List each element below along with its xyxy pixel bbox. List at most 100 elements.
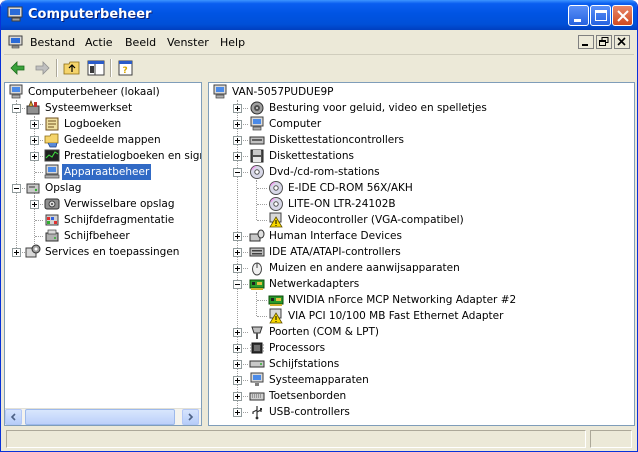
tree-node-label: NVIDIA nForce MCP Networking Adapter #2 <box>288 294 517 306</box>
device-category-14[interactable]: USB-controllers <box>209 404 634 420</box>
toolbar-separator <box>56 59 58 77</box>
device-category-1[interactable]: Computer <box>209 116 634 132</box>
menu-help[interactable]: Help <box>220 36 245 49</box>
expand-toggle-icon[interactable] <box>30 136 39 145</box>
scroll-right-button[interactable] <box>182 409 199 425</box>
device-category-8[interactable]: Netwerkadapters <box>209 276 634 292</box>
sound-icon <box>249 100 265 116</box>
expand-toggle-icon[interactable] <box>233 360 242 369</box>
expand-toggle-icon[interactable] <box>233 344 242 353</box>
mouse-icon <box>249 260 265 276</box>
tree-node-label: Muizen en andere aanwijsapparaten <box>269 262 460 274</box>
close-button[interactable] <box>612 5 633 26</box>
up-folder-icon[interactable] <box>62 58 82 78</box>
expand-toggle-icon[interactable] <box>233 376 242 385</box>
device-category-11[interactable]: Schijfstations <box>209 356 634 372</box>
expand-toggle-icon[interactable] <box>233 136 242 145</box>
minimize-button[interactable] <box>568 5 589 26</box>
tree-node-4[interactable]: Prestatielogboeken en signal <box>5 148 201 164</box>
expand-toggle-icon[interactable] <box>233 328 242 337</box>
tree-node-1[interactable]: Systeemwerkset <box>5 100 201 116</box>
menu-beeld[interactable]: Beeld <box>125 36 156 49</box>
expand-toggle-icon[interactable] <box>233 392 242 401</box>
device-category-2[interactable]: Diskettestationcontrollers <box>209 132 634 148</box>
tree-node-6[interactable]: Opslag <box>5 180 201 196</box>
collapse-toggle-icon[interactable] <box>233 168 242 177</box>
tree-node-3[interactable]: Gedeelde mappen <box>5 132 201 148</box>
device-category-5[interactable]: Human Interface Devices <box>209 228 634 244</box>
device-category-10[interactable]: Processors <box>209 340 634 356</box>
status-segment <box>590 430 632 448</box>
device-category-6[interactable]: IDE ATA/ATAPI-controllers <box>209 244 634 260</box>
device-category-0[interactable]: Besturing voor geluid, video en spelletj… <box>209 100 634 116</box>
scroll-left-button[interactable] <box>5 409 22 425</box>
toolbar-separator <box>110 59 112 77</box>
device-category-12[interactable]: Systeemapparaten <box>209 372 634 388</box>
expand-toggle-icon[interactable] <box>12 248 21 257</box>
back-arrow-icon[interactable] <box>8 58 28 78</box>
tree-node-label: Videocontroller (VGA-compatibel) <box>288 214 464 226</box>
menu-actie[interactable]: Actie <box>85 36 113 49</box>
scroll-thumb[interactable] <box>25 409 175 425</box>
expand-toggle-icon[interactable] <box>233 248 242 257</box>
device-category-7[interactable]: Muizen en andere aanwijsapparaten <box>209 260 634 276</box>
device-item[interactable]: VIA PCI 10/100 MB Fast Ethernet Adapter <box>209 308 634 324</box>
device-category-13[interactable]: Toetsenborden <box>209 388 634 404</box>
warning-icon <box>268 308 284 324</box>
expand-toggle-icon[interactable] <box>233 152 242 161</box>
child-close-button[interactable] <box>614 35 630 49</box>
document-window-icon[interactable] <box>8 34 24 50</box>
collapse-toggle-icon[interactable] <box>233 280 242 289</box>
device-item[interactable]: LITE-ON LTR-24102B <box>209 196 634 212</box>
show-hide-tree-icon[interactable] <box>86 58 106 78</box>
expand-toggle-icon[interactable] <box>233 104 242 113</box>
device-tree-root[interactable]: VAN-5057PUDUE9P <box>209 84 634 100</box>
expand-toggle-icon[interactable] <box>233 232 242 241</box>
device-item[interactable]: NVIDIA nForce MCP Networking Adapter #2 <box>209 292 634 308</box>
device-category-9[interactable]: Poorten (COM & LPT) <box>209 324 634 340</box>
tree-node-2[interactable]: Logboeken <box>5 116 201 132</box>
collapse-toggle-icon[interactable] <box>12 104 21 113</box>
tree-node-label: USB-controllers <box>269 406 350 418</box>
tree-node-9[interactable]: Schijfbeheer <box>5 228 201 244</box>
tree-node-10[interactable]: Services en toepassingen <box>5 244 201 260</box>
tree-node-label: IDE ATA/ATAPI-controllers <box>269 246 401 258</box>
device-category-3[interactable]: Diskettestations <box>209 148 634 164</box>
child-restore-button[interactable] <box>596 35 612 49</box>
expand-toggle-icon[interactable] <box>30 120 39 129</box>
title-bar[interactable]: Computerbeheer <box>1 0 637 30</box>
tree-node-label: Schijfdefragmentatie <box>64 214 175 226</box>
window-title: Computerbeheer <box>28 7 152 22</box>
collapse-toggle-icon[interactable] <box>12 184 21 193</box>
main-window: Computerbeheer Bestand Actie Beeld Venst… <box>0 0 638 452</box>
device-item[interactable]: E-IDE CD-ROM 56X/AKH <box>209 180 634 196</box>
maximize-button[interactable] <box>590 5 611 26</box>
expand-toggle-icon[interactable] <box>30 200 39 209</box>
tree-node-label: Processors <box>269 342 326 354</box>
tree-root[interactable]: Computerbeheer (lokaal) <box>5 84 201 100</box>
menu-bestand[interactable]: Bestand <box>30 36 75 49</box>
storage-icon <box>25 180 41 196</box>
tree-node-label: Toetsenborden <box>269 390 347 402</box>
expand-toggle-icon[interactable] <box>30 152 39 161</box>
child-minimize-button[interactable] <box>578 35 594 49</box>
tree-node-label: Prestatielogboeken en signal <box>64 150 202 162</box>
tree-node-8[interactable]: Schijfdefragmentatie <box>5 212 201 228</box>
tree-node-5[interactable]: Apparaatbeheer <box>5 164 201 180</box>
tree-node-7[interactable]: Verwisselbare opslag <box>5 196 201 212</box>
console-tree-pane[interactable]: Computerbeheer (lokaal) Systeemwerkset Log… <box>4 82 202 426</box>
horizontal-scrollbar[interactable] <box>5 408 201 425</box>
tree-node-label: Gedeelde mappen <box>64 134 161 146</box>
forward-arrow-icon[interactable] <box>32 58 52 78</box>
properties-help-icon[interactable]: ? <box>116 58 136 78</box>
expand-toggle-icon[interactable] <box>233 264 242 273</box>
tree-node-label: LITE-ON LTR-24102B <box>288 198 396 210</box>
device-item[interactable]: Videocontroller (VGA-compatibel) <box>209 212 634 228</box>
expand-toggle-icon[interactable] <box>233 120 242 129</box>
device-category-4[interactable]: Dvd-/cd-rom-stations <box>209 164 634 180</box>
device-tree-pane[interactable]: VAN-5057PUDUE9P Besturing voor geluid, vi… <box>208 82 635 426</box>
menu-venster[interactable]: Venster <box>167 36 209 49</box>
services-icon <box>25 244 41 260</box>
expand-toggle-icon[interactable] <box>233 408 242 417</box>
chevron-left-icon <box>10 413 16 421</box>
